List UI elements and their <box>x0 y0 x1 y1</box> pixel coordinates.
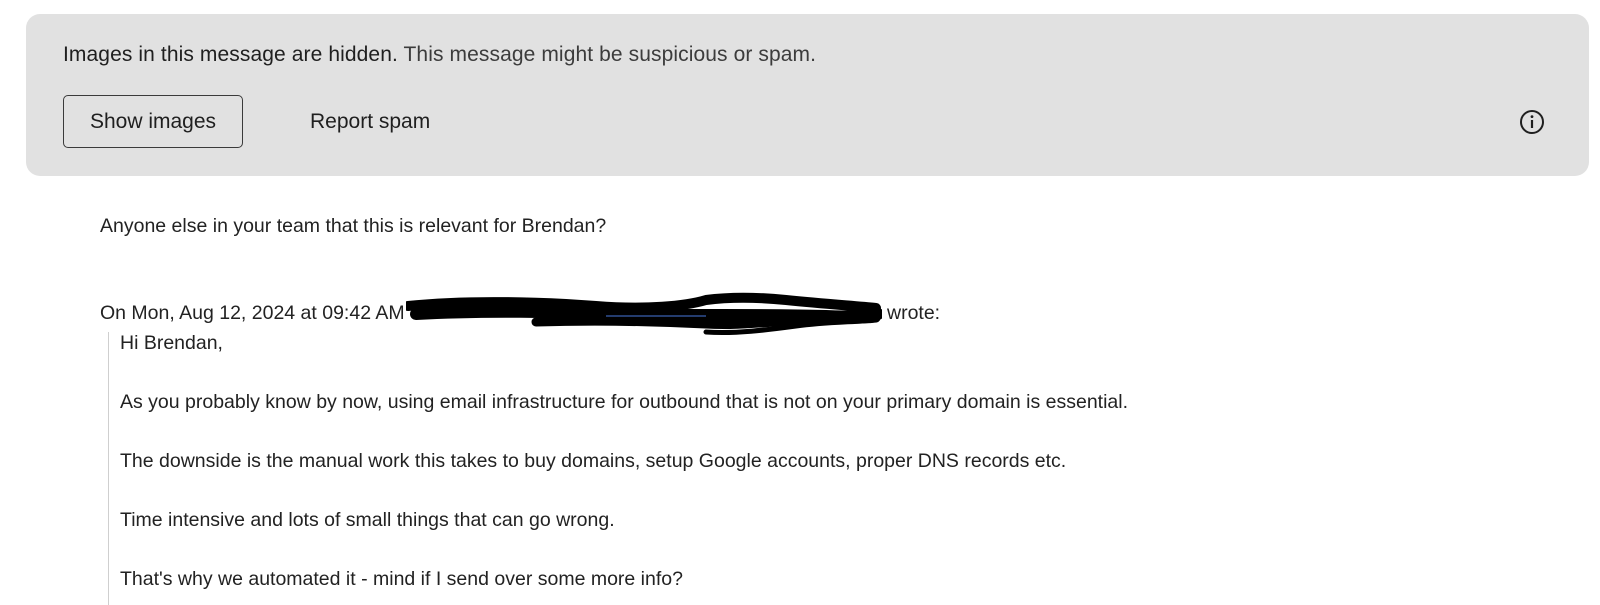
hidden-images-banner: Images in this message are hidden. This … <box>26 14 1589 176</box>
quoted-line: The downside is the manual work this tak… <box>120 450 1067 472</box>
banner-message-strong: Images in this message are hidden. <box>63 43 398 66</box>
report-spam-button[interactable]: Report spam <box>310 95 430 148</box>
banner-message: Images in this message are hidden. This … <box>63 43 816 67</box>
quoted-line: Time intensive and lots of small things … <box>120 509 615 531</box>
info-circle-icon[interactable] <box>1519 109 1545 135</box>
show-images-button[interactable]: Show images <box>63 95 243 148</box>
quoted-line: As you probably know by now, using email… <box>120 391 1129 413</box>
quote-header-prefix: On Mon, Aug 12, 2024 at 09:42 AM <box>100 302 405 324</box>
quoted-line: Hi Brendan, <box>120 332 223 354</box>
quoted-line: That's why we automated it - mind if I s… <box>120 568 683 590</box>
quote-header-suffix: wrote: <box>887 302 941 324</box>
reply-text: Anyone else in your team that this is re… <box>100 215 607 237</box>
banner-message-rest: This message might be suspicious or spam… <box>403 43 817 66</box>
